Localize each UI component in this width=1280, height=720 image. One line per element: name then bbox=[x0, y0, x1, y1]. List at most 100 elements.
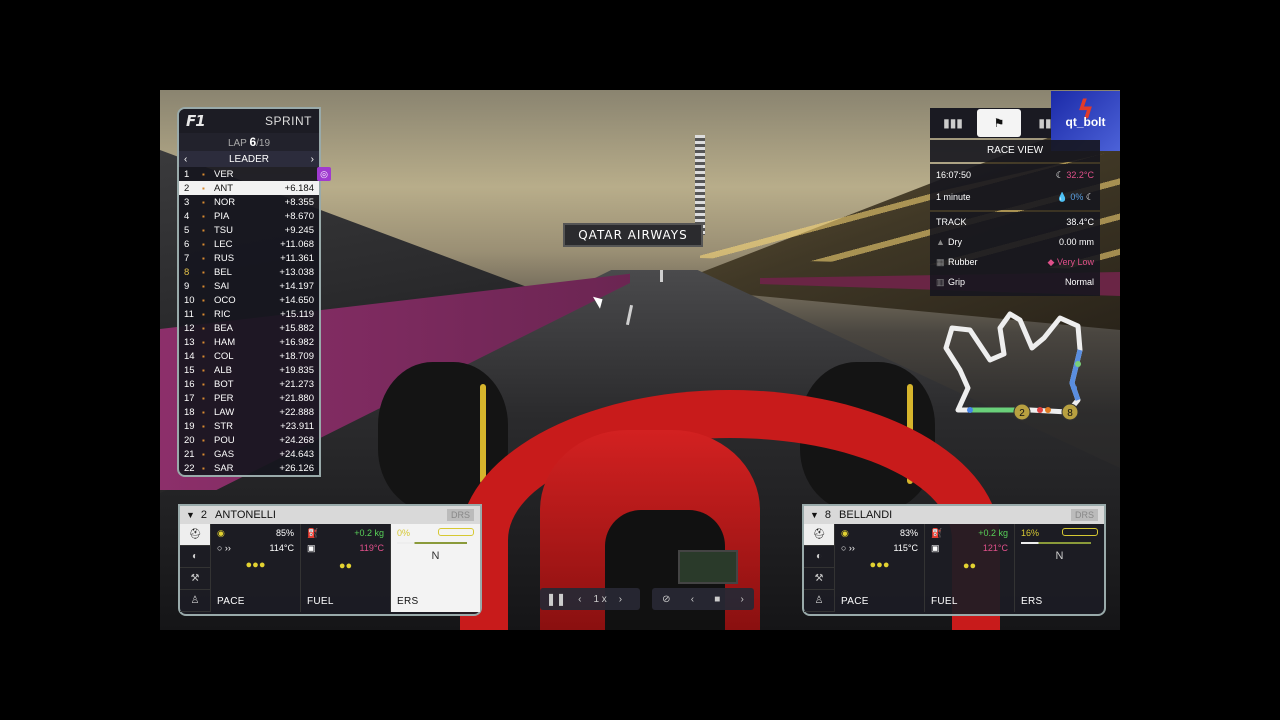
fuel-label: FUEL bbox=[307, 596, 334, 607]
row-position: 20 bbox=[184, 434, 195, 446]
team-logo-icon: ▪ bbox=[202, 449, 205, 459]
row-gap: +8.355 bbox=[284, 196, 314, 208]
chevron-down-icon[interactable]: ▼ bbox=[186, 510, 195, 520]
leaderboard-row[interactable]: 8 ▪ BEL +13.038 bbox=[179, 265, 319, 279]
leaderboard-row[interactable]: 22 ▪ SAR +26.126 bbox=[179, 461, 319, 475]
light-tower bbox=[695, 135, 705, 235]
leaderboard-row[interactable]: 18 ▪ LAW +22.888 bbox=[179, 405, 319, 419]
team-logo-icon: ▪ bbox=[202, 379, 205, 389]
row-driver: RIC bbox=[214, 308, 231, 320]
row-driver: RUS bbox=[214, 252, 235, 264]
wrench-icon[interactable]: ⚒ bbox=[804, 568, 834, 590]
chevron-down-icon[interactable]: ▼ bbox=[810, 510, 819, 520]
leaderboard-row[interactable]: 11 ▪ RIC +15.119 bbox=[179, 307, 319, 321]
leaderboard-row[interactable]: 1 ▪ VER bbox=[179, 167, 319, 181]
wrench-icon[interactable]: ⚒ bbox=[180, 568, 210, 590]
rubber-icon: ▦ bbox=[936, 256, 945, 267]
leaderboard-mode: LEADER bbox=[228, 153, 269, 165]
row-driver: NOR bbox=[214, 196, 236, 208]
leaderboard-row[interactable]: 10 ▪ OCO +14.650 bbox=[179, 293, 319, 307]
leaderboard-row[interactable]: 19 ▪ STR +23.911 bbox=[179, 419, 319, 433]
camera-icon[interactable]: ■ bbox=[714, 594, 720, 605]
leaderboard-row[interactable]: 7 ▪ RUS +11.361 bbox=[179, 251, 319, 265]
row-gap: +9.245 bbox=[284, 224, 314, 236]
leaderboard-row[interactable]: 16 ▪ BOT +21.273 bbox=[179, 377, 319, 391]
pace-panel[interactable]: ◉ 83% ○ ›› 115°C ●●● PACE bbox=[834, 524, 924, 612]
steering-wheel-icon[interactable]: ⊘ bbox=[662, 594, 670, 605]
leaderboard-mode-selector[interactable]: ‹ LEADER › bbox=[179, 151, 319, 167]
leaderboard-row[interactable]: 3 ▪ NOR +8.355 bbox=[179, 195, 319, 209]
row-driver: LEC bbox=[214, 238, 233, 250]
pause-icon[interactable]: ❚❚ bbox=[546, 592, 566, 606]
card-header[interactable]: ▼ 8 BELLANDI DRS bbox=[804, 506, 1104, 524]
leaderboard-row[interactable]: 5 ▪ TSU +9.245 bbox=[179, 223, 319, 237]
row-driver: OCO bbox=[214, 294, 236, 306]
helmet-icon[interactable]: ⛑ bbox=[180, 524, 210, 546]
leaderboard-row[interactable]: 2 ▪ ANT +6.184 bbox=[179, 181, 319, 195]
row-gap: +6.184 bbox=[284, 182, 314, 194]
forecast-time: 1 minute bbox=[936, 192, 971, 202]
team-logo-icon: ▪ bbox=[202, 407, 205, 417]
pace-label: PACE bbox=[841, 596, 869, 607]
leaderboard-row[interactable]: 12 ▪ BEA +15.882 bbox=[179, 321, 319, 335]
track-conditions-panel: TRACK 38.4°C ▲ Dry 0.00 mm ▦ Rubber ◆ Very… bbox=[930, 212, 1100, 296]
row-driver: SAR bbox=[214, 462, 234, 474]
ers-charge: 0% bbox=[397, 528, 411, 538]
team-logo-icon: ▪ bbox=[202, 267, 205, 277]
row-driver: POU bbox=[214, 434, 235, 446]
sponsor-banner: QATAR AIRWAYS bbox=[563, 223, 703, 247]
temp-icon: ○ ›› bbox=[841, 543, 855, 553]
helmet-icon[interactable]: ⛑ bbox=[804, 524, 834, 546]
track-temp: 38.4°C bbox=[1066, 217, 1094, 227]
row-driver: PIA bbox=[214, 210, 230, 222]
team-logo-icon: ▪ bbox=[202, 295, 205, 305]
row-driver: LAW bbox=[214, 406, 235, 418]
leaderboard-row[interactable]: 15 ▪ ALB +19.835 bbox=[179, 363, 319, 377]
driver-name: BELLANDI bbox=[839, 509, 893, 521]
car-marker bbox=[967, 407, 973, 413]
leaderboard-row[interactable]: 20 ▪ POU +24.268 bbox=[179, 433, 319, 447]
card-header[interactable]: ▼ 2 ANTONELLI DRS bbox=[180, 506, 480, 524]
ers-panel[interactable]: 16% N ERS bbox=[1014, 524, 1104, 612]
row-gap: +8.670 bbox=[284, 210, 314, 222]
leaderboard-row[interactable]: 9 ▪ SAI +14.197 bbox=[179, 279, 319, 293]
pace-panel[interactable]: ◉ 85% ○ ›› 114°C ●●● PACE bbox=[210, 524, 300, 612]
team-logo-icon: ▪ bbox=[202, 337, 205, 347]
track-outline bbox=[943, 311, 1083, 415]
fuel-panel[interactable]: ⛽ +0.2 kg ▣ 121°C ●● FUEL bbox=[924, 524, 1014, 612]
radio-icon[interactable]: ◐ bbox=[180, 546, 210, 568]
fuel-panel[interactable]: ⛽ +0.2 kg ▣ 119°C ●● FUEL bbox=[300, 524, 390, 612]
track-minimap[interactable]: 2 8 bbox=[940, 308, 1090, 428]
row-gap: +21.880 bbox=[279, 392, 314, 404]
pace-level-icon: ●●● bbox=[245, 559, 266, 571]
leaderboard-row[interactable]: 14 ▪ COL +18.709 bbox=[179, 349, 319, 363]
tab-stats-icon[interactable]: ▮▮▮ bbox=[931, 109, 975, 137]
driver-icon[interactable]: ♙ bbox=[804, 590, 834, 612]
team-logo-icon: ▪ bbox=[202, 323, 205, 333]
leaderboard-row[interactable]: 21 ▪ GAS +24.643 bbox=[179, 447, 319, 461]
camera-prev-icon[interactable]: ‹ bbox=[691, 594, 694, 605]
tyre-icon: ◉ bbox=[841, 528, 849, 538]
faster-chevron-icon[interactable]: › bbox=[619, 594, 622, 605]
race-view-title: RACE VIEW bbox=[930, 140, 1100, 162]
driver-icon[interactable]: ♙ bbox=[180, 590, 210, 612]
chevron-right-icon[interactable]: › bbox=[311, 154, 314, 165]
leaderboard-row[interactable]: 17 ▪ PER +21.880 bbox=[179, 391, 319, 405]
engine-temp: 121°C bbox=[982, 543, 1008, 553]
camera-next-icon[interactable]: › bbox=[741, 594, 744, 605]
radio-icon[interactable]: ◐ bbox=[804, 546, 834, 568]
leaderboard-row[interactable]: 13 ▪ HAM +16.982 bbox=[179, 335, 319, 349]
chevron-left-icon[interactable]: ‹ bbox=[184, 154, 187, 165]
row-driver: STR bbox=[214, 420, 233, 432]
leaderboard-row[interactable]: 4 ▪ PIA +8.670 bbox=[179, 209, 319, 223]
team-logo-icon: ▪ bbox=[202, 351, 205, 361]
row-position: 22 bbox=[184, 462, 195, 474]
dry-label: Dry bbox=[948, 237, 962, 247]
slower-chevron-icon[interactable]: ‹ bbox=[578, 594, 581, 605]
row-gap: +16.982 bbox=[279, 336, 314, 348]
car-marker bbox=[1037, 407, 1043, 413]
tab-race-view-flag-icon[interactable]: ⚑ bbox=[977, 109, 1021, 137]
leaderboard-row[interactable]: 6 ▪ LEC +11.068 bbox=[179, 237, 319, 251]
moon-icon: ☾ bbox=[1055, 169, 1064, 180]
ers-panel[interactable]: 0% N ERS bbox=[390, 524, 480, 612]
